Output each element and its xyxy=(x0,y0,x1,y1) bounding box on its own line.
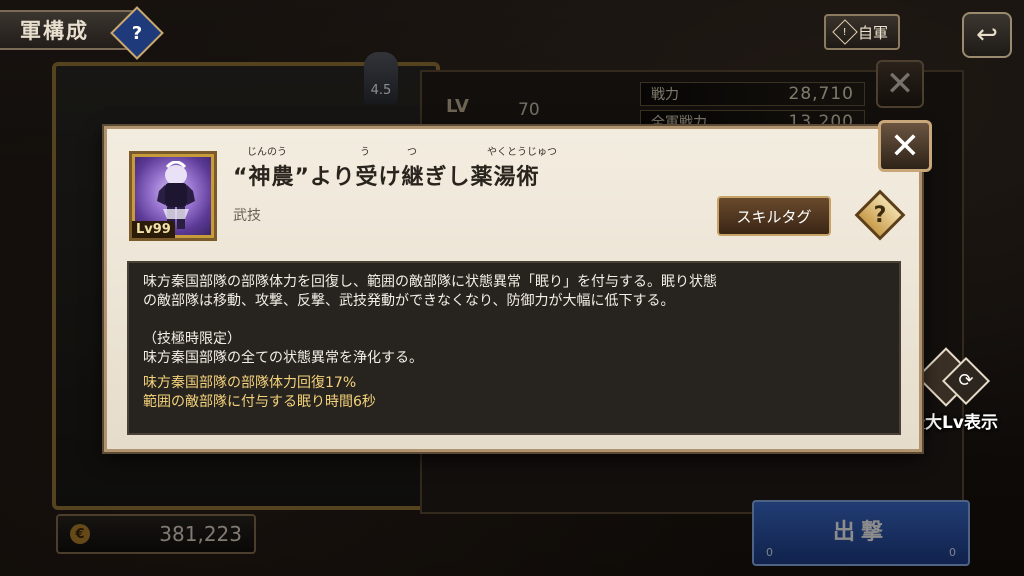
description-line: の敵部隊は移動、攻撃、反撃、武技発動ができなくなり、防御力が大幅に低下する。 xyxy=(143,293,675,309)
back-button[interactable]: ↩ xyxy=(962,12,1012,58)
skill-name: “神農”より受け継ぎし薬湯術 xyxy=(233,165,540,190)
skill-type: 武技 xyxy=(233,208,261,224)
skill-help-button[interactable]: ? xyxy=(854,189,906,241)
info-icon: ! xyxy=(832,19,858,45)
own-army-label: 自軍 xyxy=(857,23,888,42)
ruby-text: やくとうじゅつ xyxy=(487,147,557,158)
description-line: 味方秦国部隊の部隊体力を回復し、範囲の敵部隊に状態異常「眠り」を付与する。眠り状… xyxy=(143,274,717,290)
question-icon: ? xyxy=(131,22,143,44)
skill-level-badge: Lv99 xyxy=(132,221,175,238)
skill-tag-button[interactable]: スキルタグ xyxy=(717,196,831,236)
own-army-button[interactable]: ! 自軍 xyxy=(824,14,900,50)
extreme-title: （技極時限定） xyxy=(143,331,241,347)
extreme-text: 味方秦国部隊の全ての状態異常を浄化する。 xyxy=(143,350,423,366)
skill-description: 味方秦国部隊の部隊体力を回復し、範囲の敵部隊に状態異常「眠り」を付与する。眠り状… xyxy=(127,261,901,435)
skill-icon: Lv99 xyxy=(129,151,217,241)
question-icon: ? xyxy=(873,202,887,228)
effect-line: 範囲の敵部隊に付与する眠り時間6秒 xyxy=(143,394,376,410)
ruby-text: つ xyxy=(407,147,417,158)
skill-detail-modal: Lv99 じんのう う つ やくとうじゅつ “神農”より受け継ぎし薬湯術 武技 … xyxy=(104,126,922,452)
ruby-text: じんのう xyxy=(247,147,287,158)
max-level-icon: ⟳ xyxy=(916,347,991,408)
refresh-icon: ⟳ xyxy=(958,369,974,391)
ruby-text: う xyxy=(360,147,370,158)
effect-line: 味方秦国部隊の部隊体力回復17% xyxy=(143,375,357,391)
modal-close-button[interactable]: ✕ xyxy=(878,120,932,172)
